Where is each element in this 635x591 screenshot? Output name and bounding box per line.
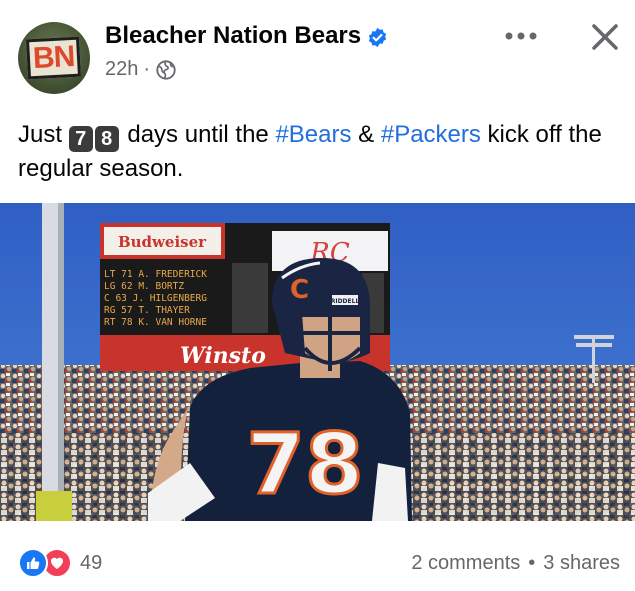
engagement-stats: 2 comments • 3 shares: [411, 552, 620, 575]
jersey-number: 78: [247, 415, 364, 513]
post-photo[interactable]: Budweiser RC LT 71 A. FREDERICK LG 62 M.…: [0, 203, 635, 521]
like-reaction-icon: [18, 548, 48, 578]
meta-separator: ·: [143, 58, 151, 80]
keycap-digit-7: 7: [68, 126, 93, 152]
keycap-digit-8: 8: [94, 126, 119, 152]
scoreboard-line-1: LT 71 A. FREDERICK: [104, 269, 207, 280]
scoreboard-line-2: LG 62 M. BORTZ: [104, 281, 184, 292]
stats-separator: •: [528, 552, 536, 574]
stadium-sign: Winsto: [180, 343, 266, 369]
hashtag-packers-link[interactable]: #Packers: [381, 121, 481, 148]
comments-count-link[interactable]: 2 comments: [411, 552, 520, 575]
page-avatar[interactable]: BN: [18, 22, 90, 94]
more-options-button[interactable]: [503, 22, 539, 50]
scoreboard-brand: Budweiser: [118, 233, 207, 251]
post-text: Just 78 days until the #Bears & #Packers…: [18, 118, 628, 186]
post-meta: 22h ·: [105, 58, 177, 81]
reaction-count: 49: [80, 551, 103, 574]
post-text-middle: days until the: [120, 121, 276, 148]
scoreboard-line-3: C 63 J. HILGENBERG: [104, 293, 207, 304]
helmet-brand: RIDDELL: [331, 298, 360, 305]
avatar-logo-text: BN: [26, 36, 82, 80]
post-text-ampersand: &: [351, 121, 381, 148]
stadium-photo-illustration: Budweiser RC LT 71 A. FREDERICK LG 62 M.…: [0, 203, 635, 521]
shares-count-link[interactable]: 3 shares: [543, 552, 620, 575]
post-text-intro: Just: [18, 121, 69, 148]
hashtag-bears-link[interactable]: #Bears: [275, 121, 351, 148]
more-options-icon: [505, 32, 537, 40]
page-name-link[interactable]: Bleacher Nation Bears: [105, 22, 361, 50]
verified-badge-icon: [368, 27, 387, 48]
close-icon[interactable]: [588, 20, 622, 54]
reactions-summary[interactable]: 49: [18, 548, 102, 578]
scoreboard-line-4: RG 57 T. THAYER: [104, 305, 190, 316]
globe-icon: [156, 59, 176, 80]
post-timestamp[interactable]: 22h: [105, 58, 138, 81]
svg-text:C: C: [290, 275, 309, 305]
scoreboard-line-5: RT 78 K. VAN HORNE: [104, 317, 207, 328]
